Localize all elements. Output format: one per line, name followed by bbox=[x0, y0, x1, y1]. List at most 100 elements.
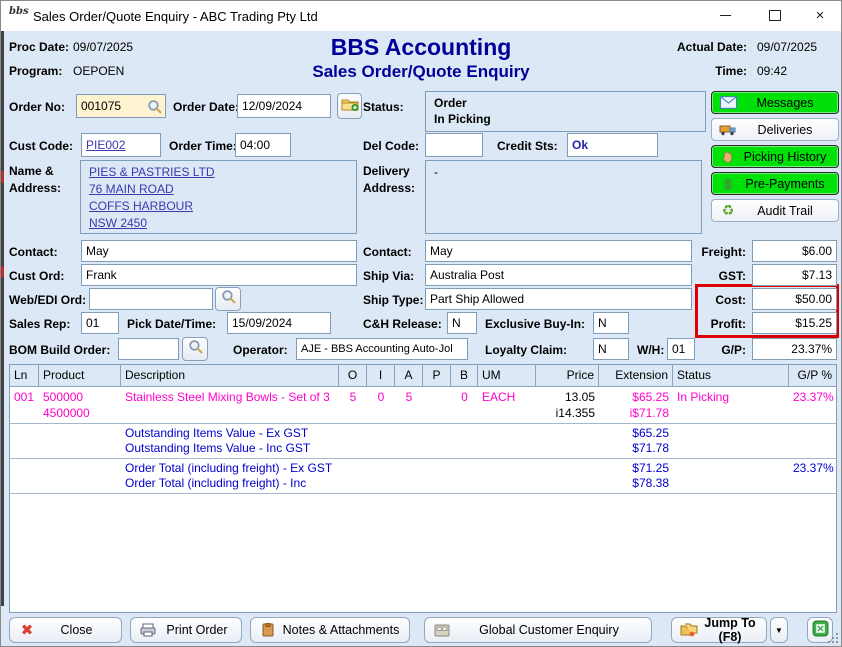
bom-build-order-input[interactable] bbox=[118, 338, 179, 360]
credit-sts-label: Credit Sts: bbox=[497, 139, 558, 153]
print-order-label: Print Order bbox=[159, 623, 235, 637]
minimize-button[interactable] bbox=[702, 1, 748, 30]
ship-via-label: Ship Via: bbox=[363, 269, 414, 283]
credit-sts-input[interactable]: Ok bbox=[567, 133, 658, 157]
order-no-input[interactable]: 001075 bbox=[76, 94, 166, 118]
open-order-button[interactable] bbox=[337, 93, 362, 119]
ship-via-input[interactable]: Australia Post bbox=[425, 264, 692, 286]
gp-label: G/P: bbox=[684, 343, 746, 357]
summary-extension: $78.38 bbox=[599, 476, 673, 491]
cell-um: EACH bbox=[478, 389, 536, 405]
cust-code-link[interactable]: PIE002 bbox=[86, 138, 125, 152]
freight-value: $6.00 bbox=[802, 244, 832, 258]
status-box: Order In Picking bbox=[425, 91, 706, 132]
loyalty-claim-value: N bbox=[598, 342, 607, 356]
printer-icon bbox=[137, 623, 159, 637]
col-ln: Ln bbox=[10, 365, 39, 386]
program-value: OEPOEN bbox=[73, 64, 124, 78]
program-label: Program: bbox=[9, 64, 62, 78]
ship-type-label: Ship Type: bbox=[363, 293, 423, 307]
exclusive-buy-in-input[interactable]: N bbox=[593, 312, 629, 334]
pre-payments-button[interactable]: $ Pre-Payments bbox=[711, 172, 839, 195]
sales-rep-input[interactable]: 01 bbox=[81, 312, 119, 334]
table-separator bbox=[10, 493, 836, 494]
address-line-link[interactable]: 76 MAIN ROAD bbox=[89, 182, 348, 196]
table-row-line2[interactable]: 4500000 i14.355 i$71.78 bbox=[10, 405, 836, 421]
del-code-input[interactable] bbox=[425, 133, 483, 157]
clipboard-icon bbox=[257, 623, 279, 637]
order-time-input[interactable]: 04:00 bbox=[235, 133, 291, 157]
global-customer-enquiry-label: Global Customer Enquiry bbox=[453, 623, 645, 637]
sales-rep-label: Sales Rep: bbox=[9, 317, 70, 331]
table-row[interactable]: 001 500000 Stainless Steel Mixing Bowls … bbox=[10, 389, 836, 405]
jump-to-dropdown-button[interactable]: ▼ bbox=[770, 617, 788, 643]
credit-sts-value: Ok bbox=[572, 138, 588, 152]
close-x-icon: ✖ bbox=[16, 621, 38, 639]
bom-search-button[interactable] bbox=[182, 337, 208, 361]
cell-gp: 23.37% bbox=[789, 389, 836, 405]
exclusive-buy-in-value: N bbox=[598, 316, 607, 330]
loyalty-claim-input[interactable]: N bbox=[593, 338, 629, 360]
close-icon: × bbox=[816, 7, 825, 24]
contact-right-input[interactable]: May bbox=[425, 240, 692, 262]
app-title: BBS Accounting bbox=[251, 34, 591, 61]
operator-label: Operator: bbox=[233, 343, 288, 357]
address-city-link[interactable]: COFFS HARBOUR bbox=[89, 199, 348, 213]
col-a: A bbox=[395, 365, 423, 386]
titlebar[interactable]: bbs Sales Order/Quote Enquiry - ABC Trad… bbox=[1, 1, 841, 31]
ch-release-input[interactable]: N bbox=[447, 312, 477, 334]
close-button[interactable]: ✖ Close bbox=[9, 617, 122, 643]
web-edi-search-button[interactable] bbox=[215, 287, 241, 311]
ship-type-input[interactable]: Part Ship Allowed bbox=[425, 288, 692, 310]
maximize-button[interactable] bbox=[752, 1, 798, 30]
dollar-icon: $ bbox=[718, 176, 738, 192]
gp-value-box: 23.37% bbox=[752, 338, 837, 360]
proc-date-label: Proc Date: bbox=[9, 40, 69, 54]
cell-product: 500000 bbox=[39, 389, 121, 405]
status-line2: In Picking bbox=[434, 112, 491, 126]
print-order-button[interactable]: Print Order bbox=[130, 617, 242, 643]
status-line1: Order bbox=[434, 96, 467, 110]
notes-attachments-label: Notes & Attachments bbox=[279, 623, 403, 637]
close-label: Close bbox=[38, 623, 115, 637]
summary-gp: 23.37% bbox=[789, 461, 836, 476]
address-state-link[interactable]: NSW 2450 bbox=[89, 216, 348, 230]
search-icon[interactable] bbox=[147, 99, 162, 117]
window-title: Sales Order/Quote Enquiry - ABC Trading … bbox=[33, 9, 318, 24]
envelope-icon bbox=[718, 96, 738, 109]
name-address-label-2: Address: bbox=[9, 181, 61, 195]
cust-ord-input[interactable]: Frank bbox=[81, 264, 357, 286]
contact-right-value: May bbox=[430, 244, 453, 258]
app-window: bbs Sales Order/Quote Enquiry - ABC Trad… bbox=[0, 0, 842, 647]
web-edi-label: Web/EDI Ord: bbox=[9, 293, 86, 307]
operator-input[interactable]: AJE - BBS Accounting Auto-Jol bbox=[296, 338, 468, 360]
name-address-label-1: Name & bbox=[9, 164, 54, 178]
resize-grip[interactable] bbox=[828, 633, 838, 643]
close-window-button[interactable]: × bbox=[797, 1, 842, 30]
audit-trail-button[interactable]: ♻ Audit Trail bbox=[711, 199, 839, 222]
operator-value: AJE - BBS Accounting Auto-Jol bbox=[301, 343, 453, 355]
cell-extension-2: i$71.78 bbox=[599, 405, 673, 421]
global-customer-enquiry-button[interactable]: Global Customer Enquiry bbox=[424, 617, 652, 643]
cust-code-input[interactable]: PIE002 bbox=[81, 133, 161, 157]
proc-date-value: 09/07/2025 bbox=[73, 40, 133, 54]
web-edi-input[interactable] bbox=[89, 288, 213, 310]
customer-name-link[interactable]: PIES & PASTRIES LTD bbox=[89, 165, 348, 179]
deliveries-button[interactable]: Deliveries bbox=[711, 118, 839, 141]
cell-price: 13.05 bbox=[536, 389, 599, 405]
left-edge-artifact bbox=[1, 31, 4, 606]
messages-button[interactable]: Messages bbox=[711, 91, 839, 114]
cell-p bbox=[423, 389, 451, 405]
pick-datetime-input[interactable]: 15/09/2024 bbox=[227, 312, 331, 334]
profit-label: Profit: bbox=[684, 317, 746, 331]
summary-label: Outstanding Items Value - Ex GST bbox=[121, 426, 599, 441]
table-header: Ln Product Description O I A P B UM Pric… bbox=[10, 365, 836, 387]
order-date-input[interactable]: 12/09/2024 bbox=[237, 94, 331, 118]
contact-left-input[interactable]: May bbox=[81, 240, 357, 262]
jump-to-button[interactable]: Jump To (F8) bbox=[671, 617, 767, 643]
gst-label: GST: bbox=[684, 269, 746, 283]
notes-attachments-button[interactable]: Notes & Attachments bbox=[250, 617, 410, 643]
col-price: Price bbox=[536, 365, 599, 386]
cell-i: 0 bbox=[367, 389, 395, 405]
picking-history-button[interactable]: Picking History bbox=[711, 145, 839, 168]
